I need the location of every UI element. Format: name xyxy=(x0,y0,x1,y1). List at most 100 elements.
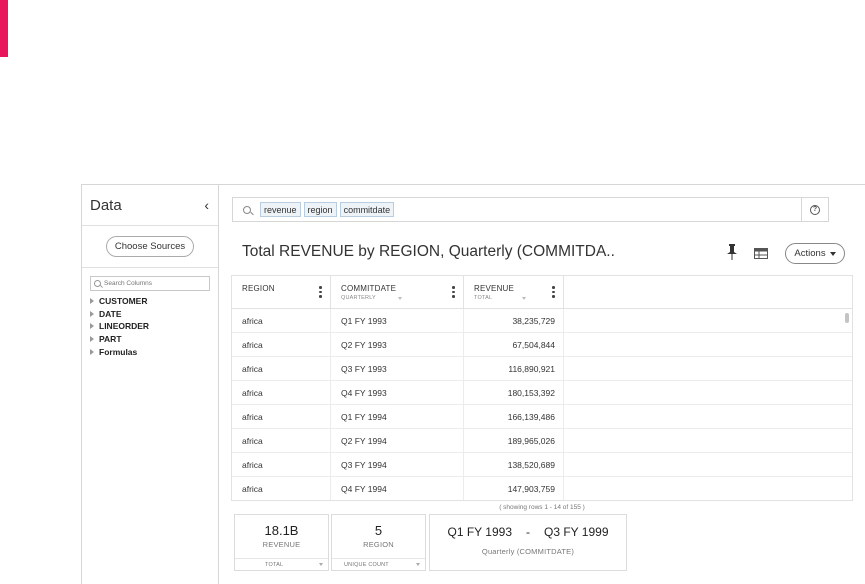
cell-revenue: 67,504,844 xyxy=(464,333,564,356)
date-range-to: Q3 FY 1999 xyxy=(544,525,609,539)
cell-revenue: 138,520,689 xyxy=(464,453,564,476)
pin-icon[interactable] xyxy=(726,243,738,261)
date-range-from: Q1 FY 1993 xyxy=(447,525,513,539)
chevron-down-icon xyxy=(522,296,527,300)
chevron-down-icon xyxy=(397,296,402,300)
column-tree: CUSTOMER DATE LINEORDER PART Formulas xyxy=(82,295,218,358)
column-aggregation-label: TOTAL xyxy=(474,295,493,301)
cell-filler xyxy=(564,405,852,428)
cell-commitdate: Q3 FY 1994 xyxy=(331,453,464,476)
answer-panel: revenue region commitdate ? Total REVENU… xyxy=(219,185,865,584)
search-columns-input[interactable] xyxy=(104,280,199,287)
cell-filler xyxy=(564,453,852,476)
column-header-region[interactable]: REGION xyxy=(232,276,331,308)
tree-item-label: PART xyxy=(99,334,122,345)
table-row[interactable]: africa Q4 FY 1994 147,903,759 xyxy=(232,477,852,500)
search-token-region[interactable]: region xyxy=(303,202,337,217)
table-row[interactable]: africa Q1 FY 1993 38,235,729 xyxy=(232,309,852,333)
cell-filler xyxy=(564,333,852,356)
help-button[interactable]: ? xyxy=(801,198,828,221)
column-menu-icon[interactable] xyxy=(552,286,555,298)
column-header-revenue[interactable]: REVENUE TOTAL xyxy=(464,276,564,308)
tree-item-customer[interactable]: CUSTOMER xyxy=(90,295,218,308)
cell-region: africa xyxy=(232,357,331,380)
cell-revenue: 116,890,921 xyxy=(464,357,564,380)
search-columns-box xyxy=(90,276,210,291)
tree-item-label: LINEORDER xyxy=(99,321,150,332)
cell-region: africa xyxy=(232,429,331,452)
cell-commitdate: Q4 FY 1994 xyxy=(331,477,464,500)
summary-aggregation[interactable]: TOTAL xyxy=(235,558,328,570)
table-row[interactable]: africa Q1 FY 1994 166,139,486 xyxy=(232,405,852,429)
choose-sources-area: Choose Sources xyxy=(82,226,218,268)
column-menu-icon[interactable] xyxy=(319,286,322,298)
chevron-down-icon xyxy=(319,563,323,566)
cell-revenue: 166,139,486 xyxy=(464,405,564,428)
cell-filler xyxy=(564,357,852,380)
summary-aggregation-label: TOTAL xyxy=(265,561,284,568)
summary-label: Quarterly (COMMITDATE) xyxy=(481,547,575,556)
summary-aggregation-label: UNIQUE COUNT xyxy=(344,561,389,568)
column-menu-icon[interactable] xyxy=(452,286,455,298)
date-range: Q1 FY 1993 - Q3 FY 1999 xyxy=(430,525,626,539)
search-bar-icon-wrap xyxy=(233,198,260,221)
date-range-separator: - xyxy=(526,525,530,539)
search-bar[interactable]: revenue region commitdate ? xyxy=(232,197,829,222)
choose-sources-button[interactable]: Choose Sources xyxy=(106,236,194,257)
table-row[interactable]: africa Q3 FY 1993 116,890,921 xyxy=(232,357,852,381)
collapse-sidebar-icon[interactable]: ‹ xyxy=(204,198,209,212)
table-scrollbar[interactable] xyxy=(845,313,849,323)
column-header-commitdate[interactable]: COMMITDATE QUARTERLY xyxy=(331,276,464,308)
chevron-down-icon xyxy=(416,563,420,566)
summary-card-commitdate[interactable]: Q1 FY 1993 - Q3 FY 1999 Quarterly (COMMI… xyxy=(429,514,627,571)
tree-item-part[interactable]: PART xyxy=(90,333,218,346)
answer-title: Total REVENUE by REGION, Quarterly (COMM… xyxy=(242,243,615,260)
tree-item-label: DATE xyxy=(99,308,122,319)
caret-right-icon xyxy=(90,310,94,317)
summary-value: 5 xyxy=(374,523,383,538)
cell-commitdate: Q3 FY 1993 xyxy=(331,357,464,380)
cell-commitdate: Q2 FY 1993 xyxy=(331,333,464,356)
summary-card-revenue[interactable]: 18.1B REVENUE TOTAL xyxy=(234,514,329,571)
cell-filler xyxy=(564,309,852,332)
table-view-icon[interactable] xyxy=(754,248,768,259)
caret-right-icon xyxy=(90,323,94,330)
summary-label: REGION xyxy=(363,540,394,549)
cell-filler xyxy=(564,381,852,404)
table-row[interactable]: africa Q2 FY 1994 189,965,026 xyxy=(232,429,852,453)
table-row[interactable]: africa Q2 FY 1993 67,504,844 xyxy=(232,333,852,357)
tree-item-date[interactable]: DATE xyxy=(90,308,218,321)
column-aggregation[interactable]: QUARTERLY xyxy=(341,295,463,301)
tree-item-label: Formulas xyxy=(99,346,138,357)
sidebar-title: Data xyxy=(90,196,122,214)
summary-value: 18.1B xyxy=(264,523,299,538)
tree-item-lineorder[interactable]: LINEORDER xyxy=(90,320,218,333)
search-token-revenue[interactable]: revenue xyxy=(260,202,301,217)
cell-region: africa xyxy=(232,405,331,428)
search-token-commitdate[interactable]: commitdate xyxy=(339,202,395,217)
summary-aggregation[interactable]: UNIQUE COUNT xyxy=(332,558,425,570)
cell-region: africa xyxy=(232,381,331,404)
showing-rows-text: ( showing rows 1 - 14 of 155 ) xyxy=(499,504,585,511)
column-aggregation-label: QUARTERLY xyxy=(341,295,376,301)
column-aggregation[interactable]: TOTAL xyxy=(474,295,563,301)
table-header: REGION COMMITDATE QUARTERLY REVENUE TOTA… xyxy=(232,276,852,309)
actions-button[interactable]: Actions xyxy=(785,243,845,264)
actions-label: Actions xyxy=(794,248,826,259)
table-row[interactable]: africa Q3 FY 1994 138,520,689 xyxy=(232,453,852,477)
caret-right-icon xyxy=(90,298,94,305)
column-header-filler xyxy=(564,276,852,308)
summary-card-region[interactable]: 5 REGION UNIQUE COUNT xyxy=(331,514,426,571)
cell-commitdate: Q1 FY 1994 xyxy=(331,405,464,428)
table-body: africa Q1 FY 1993 38,235,729 africa Q2 FY 1… xyxy=(232,309,852,500)
cell-revenue: 147,903,759 xyxy=(464,477,564,500)
cell-revenue: 38,235,729 xyxy=(464,309,564,332)
cell-revenue: 189,965,026 xyxy=(464,429,564,452)
cell-commitdate: Q2 FY 1994 xyxy=(331,429,464,452)
data-sidebar: Data ‹ Choose Sources CUSTOMER DATE LINE… xyxy=(82,185,219,584)
help-icon: ? xyxy=(810,204,820,215)
table-row[interactable]: africa Q4 FY 1993 180,153,392 xyxy=(232,381,852,405)
cell-region: africa xyxy=(232,477,331,500)
tree-item-formulas[interactable]: Formulas xyxy=(90,345,218,358)
cell-region: africa xyxy=(232,453,331,476)
